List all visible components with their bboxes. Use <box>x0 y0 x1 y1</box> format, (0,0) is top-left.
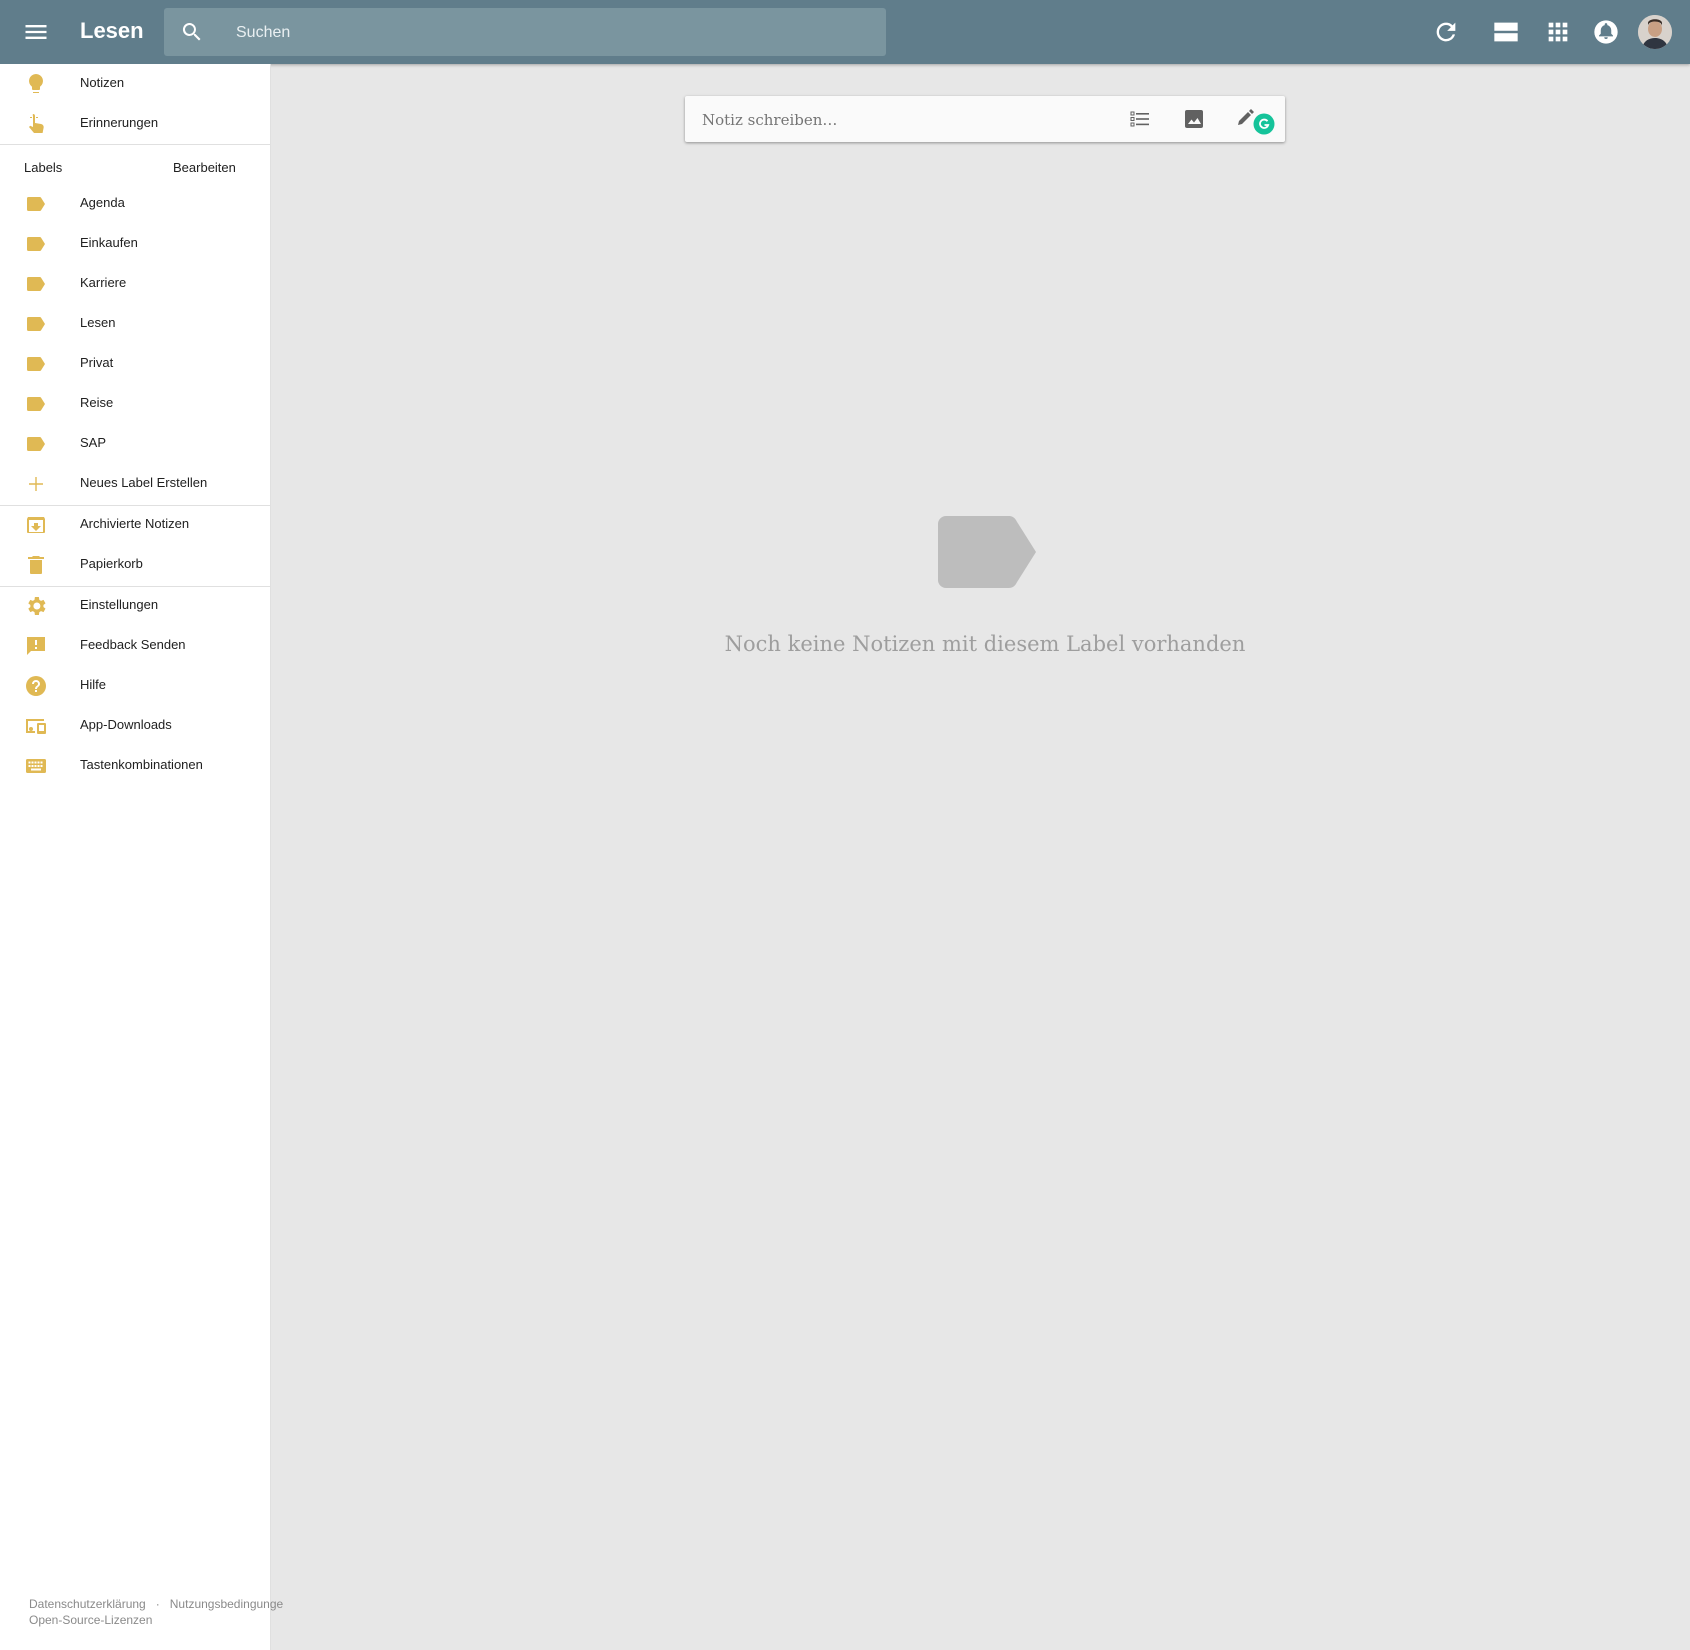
sidebar-item-label: Erinnerungen <box>80 115 159 130</box>
search-bar[interactable] <box>164 8 886 58</box>
sidebar-item-label: SAP <box>80 435 107 450</box>
open-source-licenses-link[interactable]: Open-Source-Lizenzen <box>29 1613 152 1627</box>
image-icon[interactable] <box>1182 107 1206 131</box>
footer-separator: · <box>155 1597 160 1611</box>
sidebar-item-label: Karriere <box>80 275 127 290</box>
sidebar-item-help[interactable]: Hilfe <box>0 666 270 706</box>
note-composer[interactable] <box>685 96 1285 144</box>
sidebar-item-label: Papierkorb <box>80 556 143 571</box>
sidebar-item-label-agenda[interactable]: Agenda <box>0 184 270 224</box>
plus-icon <box>24 472 48 496</box>
sidebar-item-label: Einstellungen <box>80 597 159 612</box>
sidebar-item-label: Privat <box>80 355 114 370</box>
empty-state-message: Noch keine Notizen mit diesem Label vorh… <box>724 632 1246 656</box>
sidebar-item-label: Feedback Senden <box>80 637 186 652</box>
sidebar-item-label-lesen[interactable]: Lesen <box>0 304 270 344</box>
menu-icon[interactable] <box>22 18 50 46</box>
divider <box>0 144 270 145</box>
gear-icon <box>24 594 48 618</box>
sidebar-item-label-reise[interactable]: Reise <box>0 384 270 424</box>
sidebar-item-keyboard-shortcuts[interactable]: Tastenkombinationen <box>0 746 270 786</box>
label-icon <box>24 392 48 416</box>
empty-label-icon <box>938 516 1036 588</box>
sidebar-footer: Datenschutzerklärung · Nutzungsbedingung… <box>29 1596 283 1628</box>
sidebar-item-label: Neues Label Erstellen <box>80 475 208 490</box>
sidebar-item-feedback[interactable]: Feedback Senden <box>0 626 270 666</box>
sidebar-item-label: Archivierte Notizen <box>80 516 190 531</box>
sidebar-item-label: Reise <box>80 395 114 410</box>
avatar[interactable] <box>1638 15 1672 49</box>
top-app-bar: Lesen <box>0 0 1690 64</box>
label-icon <box>24 272 48 296</box>
sidebar-item-label: Lesen <box>80 315 116 330</box>
sidebar-item-label: Einkaufen <box>80 235 138 250</box>
label-icon <box>24 312 48 336</box>
labels-edit-link[interactable]: Bearbeiten <box>173 160 236 175</box>
grammarly-icon[interactable] <box>1253 113 1275 135</box>
trash-icon <box>24 553 48 577</box>
devices-icon <box>24 714 48 738</box>
sidebar-item-archive[interactable]: Archivierte Notizen <box>0 505 270 545</box>
sidebar-item-label: Agenda <box>80 195 125 210</box>
refresh-icon[interactable] <box>1432 18 1460 46</box>
terms-link[interactable]: Nutzungsbedingunge <box>170 1597 283 1611</box>
sidebar-item-label: Tastenkombinationen <box>80 757 203 772</box>
sidebar-item-label: Hilfe <box>80 677 107 692</box>
sidebar-item-label-sap[interactable]: SAP <box>0 424 270 464</box>
sidebar-item-label: App-Downloads <box>80 717 172 732</box>
sidebar-item-label-privat[interactable]: Privat <box>0 344 270 384</box>
sidebar-item-label-einkaufen[interactable]: Einkaufen <box>0 224 270 264</box>
create-new-label-button[interactable]: Neues Label Erstellen <box>0 464 270 504</box>
list-view-icon[interactable] <box>1492 18 1520 46</box>
help-icon <box>24 674 48 698</box>
archive-icon <box>24 513 48 537</box>
label-icon <box>24 232 48 256</box>
reminder-hand-icon <box>24 112 48 136</box>
sidebar-item-settings[interactable]: Einstellungen <box>0 586 270 626</box>
sidebar-item-label-karriere[interactable]: Karriere <box>0 264 270 304</box>
sidebar-item-trash[interactable]: Papierkorb <box>0 545 270 585</box>
checklist-icon[interactable] <box>1128 107 1152 131</box>
label-icon <box>24 192 48 216</box>
sidebar-item-reminders[interactable]: Erinnerungen <box>0 104 270 144</box>
sidebar: Notizen Erinnerungen Labels Bearbeiten A… <box>0 64 283 1650</box>
labels-header: Labels <box>24 160 63 175</box>
privacy-link[interactable]: Datenschutzerklärung <box>29 1597 146 1611</box>
app-title: Lesen <box>80 18 144 43</box>
search-input[interactable] <box>234 8 858 58</box>
sidebar-item-label: Notizen <box>80 75 125 90</box>
lightbulb-icon <box>24 72 48 96</box>
feedback-icon <box>24 634 48 658</box>
sidebar-item-app-downloads[interactable]: App-Downloads <box>0 706 270 746</box>
label-icon <box>24 432 48 456</box>
note-input[interactable] <box>700 96 1104 144</box>
search-icon[interactable] <box>180 20 204 44</box>
sidebar-item-notes[interactable]: Notizen <box>0 64 270 104</box>
label-icon <box>24 352 48 376</box>
apps-icon[interactable] <box>1544 18 1572 46</box>
notifications-icon[interactable] <box>1592 18 1620 46</box>
keyboard-icon <box>24 754 48 778</box>
